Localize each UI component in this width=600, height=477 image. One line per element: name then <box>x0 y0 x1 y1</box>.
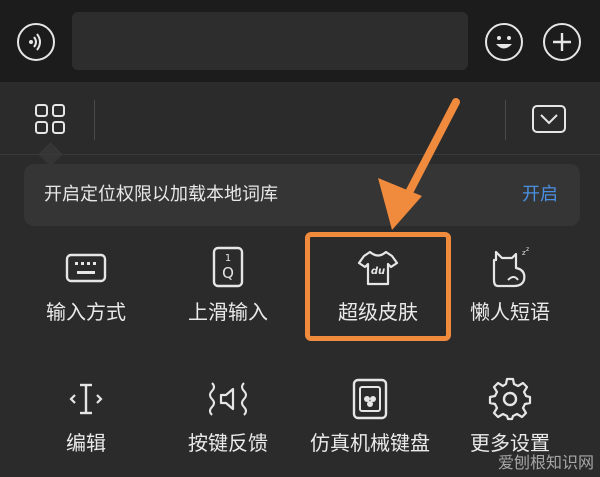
tile-swipe-input[interactable]: 1 Q 上滑输入 <box>158 234 298 344</box>
input-preview-area[interactable] <box>72 12 468 70</box>
banner-message: 开启定位权限以加载本地词库 <box>44 184 278 205</box>
keyboard-icon <box>65 253 107 283</box>
tile-input-method[interactable]: 输入方式 <box>16 234 156 344</box>
voice-icon <box>29 33 41 51</box>
svg-text:z: z <box>526 246 529 253</box>
tile-label: 编辑 <box>66 431 106 455</box>
tile-mechanical-keyboard[interactable]: 仿真机械键盘 <box>300 365 440 475</box>
emoji-button[interactable] <box>485 23 523 61</box>
plus-icon <box>553 33 571 51</box>
gear-icon <box>488 377 532 421</box>
enable-location-button[interactable]: 开启 <box>522 164 558 226</box>
tile-label: 输入方式 <box>46 300 126 324</box>
tile-key-feedback[interactable]: 按键反馈 <box>158 365 298 475</box>
toolbar-divider-right <box>505 100 506 140</box>
toolbar-bottom-border <box>0 154 600 155</box>
keyboard-toolbar <box>0 82 600 167</box>
tile-label: 上滑输入 <box>188 300 268 324</box>
tile-edit[interactable]: 编辑 <box>16 365 156 475</box>
grid-menu-icon[interactable] <box>34 103 66 135</box>
swipe-up-key-icon: 1 Q <box>212 246 244 288</box>
mechanical-keyboard-icon <box>352 378 388 420</box>
lazy-cat-icon: z z <box>492 246 529 288</box>
tile-label: 懒人短语 <box>470 300 550 324</box>
add-button[interactable] <box>543 23 581 61</box>
collapse-keyboard-icon[interactable] <box>531 104 567 134</box>
swipe-key-letter: Q <box>222 264 234 282</box>
key-feedback-icon <box>209 382 247 416</box>
top-bar <box>0 0 600 82</box>
toolbar-divider-left <box>94 100 95 140</box>
swipe-key-number: 1 <box>225 253 231 264</box>
tile-label: 仿真机械键盘 <box>310 431 430 455</box>
tile-lazy-phrases[interactable]: z z 懒人短语 <box>440 234 580 344</box>
watermark: 爱刨根知识网 <box>497 453 594 472</box>
location-permission-banner: 开启定位权限以加载本地词库 开启 <box>24 164 580 226</box>
tile-label: 按键反馈 <box>188 431 268 455</box>
highlight-box <box>305 232 451 341</box>
text-cursor-icon <box>69 383 103 415</box>
smiley-icon <box>496 36 512 49</box>
voice-button[interactable] <box>17 23 55 61</box>
